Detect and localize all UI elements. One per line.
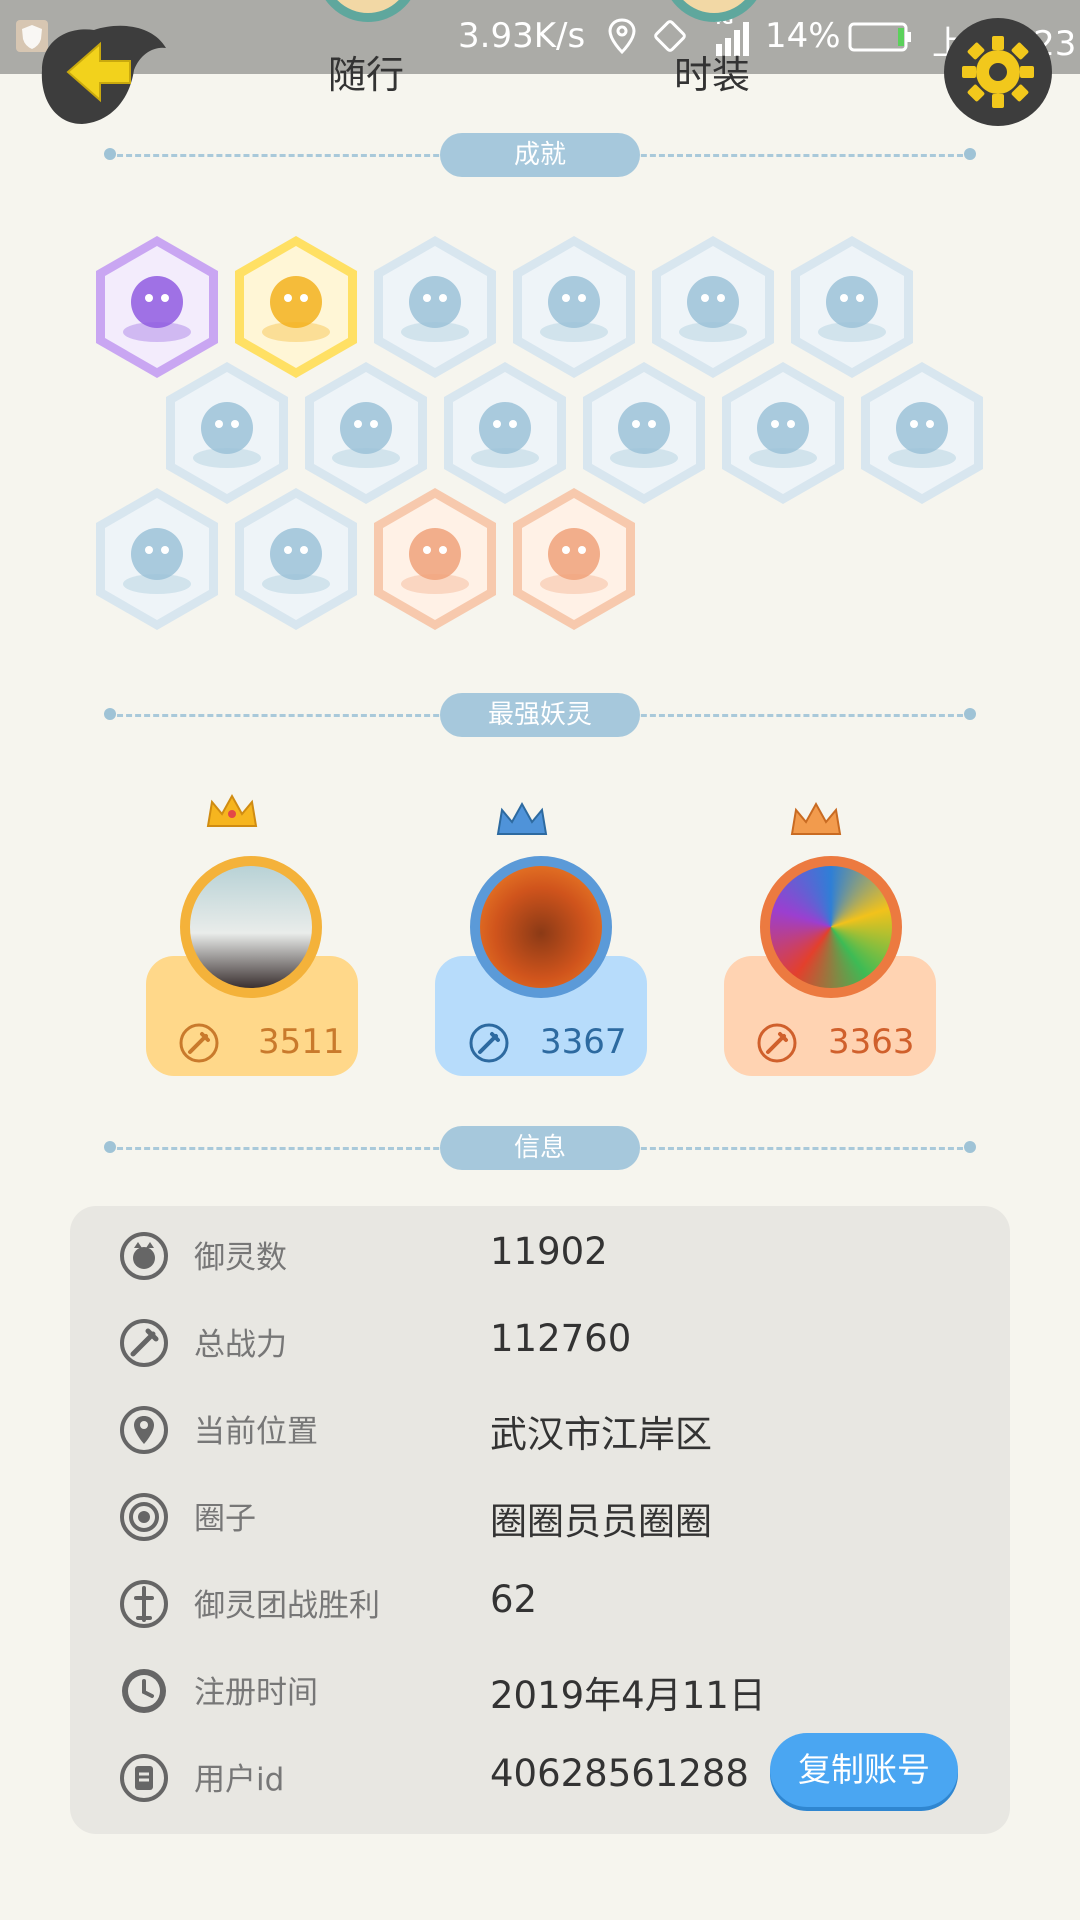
champion-avatar	[470, 856, 612, 998]
achievement-badge[interactable]	[509, 484, 639, 634]
info-key: 御灵数	[194, 1240, 287, 1276]
info-row-total-power: 总战力 112760	[70, 1307, 1010, 1377]
info-value: 2019年4月11日	[490, 1674, 766, 1717]
champion-avatar	[760, 856, 902, 998]
info-key: 圈子	[194, 1501, 256, 1537]
info-panel: 御灵数 11902 总战力 112760 当前位置 武汉市江岸区 圈子 圈圈员员…	[70, 1206, 1010, 1834]
achievement-badge[interactable]	[718, 358, 848, 508]
copy-account-button[interactable]: 复制账号	[770, 1733, 958, 1807]
id-icon	[120, 1754, 168, 1802]
back-button[interactable]	[22, 14, 172, 132]
achievement-badge[interactable]	[370, 484, 500, 634]
tab-fashion-label: 时装	[673, 53, 750, 97]
info-key: 当前位置	[194, 1414, 318, 1450]
net-speed: 3.93K/s	[458, 16, 586, 56]
sword-icon	[757, 1023, 797, 1063]
info-title: 信息	[440, 1126, 640, 1170]
info-value: 11902	[490, 1230, 608, 1273]
achievement-badge[interactable]	[92, 484, 222, 634]
strongest-header: 最强妖灵	[104, 693, 976, 737]
sword-icon	[469, 1023, 509, 1063]
champion-power: 3511	[258, 1022, 345, 1062]
achievement-badge[interactable]	[857, 358, 987, 508]
info-key: 总战力	[194, 1327, 287, 1363]
achievements-header: 成就	[104, 133, 976, 177]
team-victory-icon	[120, 1580, 168, 1628]
info-row-location: 当前位置 武汉市江岸区	[70, 1394, 1010, 1464]
info-value: 40628561288	[490, 1752, 749, 1795]
info-row-team-victory: 御灵团战胜利 62	[70, 1568, 1010, 1638]
crown-blue-icon	[496, 801, 548, 835]
crown-gold-icon	[206, 793, 258, 827]
info-key: 注册时间	[194, 1675, 318, 1711]
location-icon	[120, 1406, 168, 1454]
achievements-title: 成就	[440, 133, 640, 177]
sword-icon	[179, 1023, 219, 1063]
crown-bronze-icon	[790, 801, 842, 835]
settings-button[interactable]	[940, 14, 1056, 130]
info-key: 御灵团战胜利	[194, 1588, 380, 1624]
champion-avatar	[180, 856, 322, 998]
spirit-count-icon	[120, 1232, 168, 1280]
info-row-circle: 圈子 圈圈员员圈圈	[70, 1481, 1010, 1551]
tab-companion-label: 随行	[327, 53, 404, 97]
circle-icon	[120, 1493, 168, 1541]
champion-power: 3363	[828, 1022, 915, 1062]
battery-icon	[848, 22, 911, 52]
achievement-badge[interactable]	[231, 484, 361, 634]
strongest-title: 最强妖灵	[440, 693, 640, 737]
clock-icon	[122, 1669, 166, 1713]
info-value: 112760	[490, 1317, 632, 1360]
info-value: 62	[490, 1578, 538, 1621]
info-row-spirit-count: 御灵数 11902	[70, 1220, 1010, 1290]
info-header: 信息	[104, 1126, 976, 1170]
info-value: 武汉市江岸区	[490, 1413, 712, 1456]
info-key: 用户id	[194, 1762, 285, 1798]
sword-icon	[120, 1319, 168, 1367]
info-row-register-date: 注册时间 2019年4月11日	[70, 1655, 1010, 1725]
champion-power: 3367	[540, 1022, 627, 1062]
info-value: 圈圈员员圈圈	[490, 1500, 712, 1543]
